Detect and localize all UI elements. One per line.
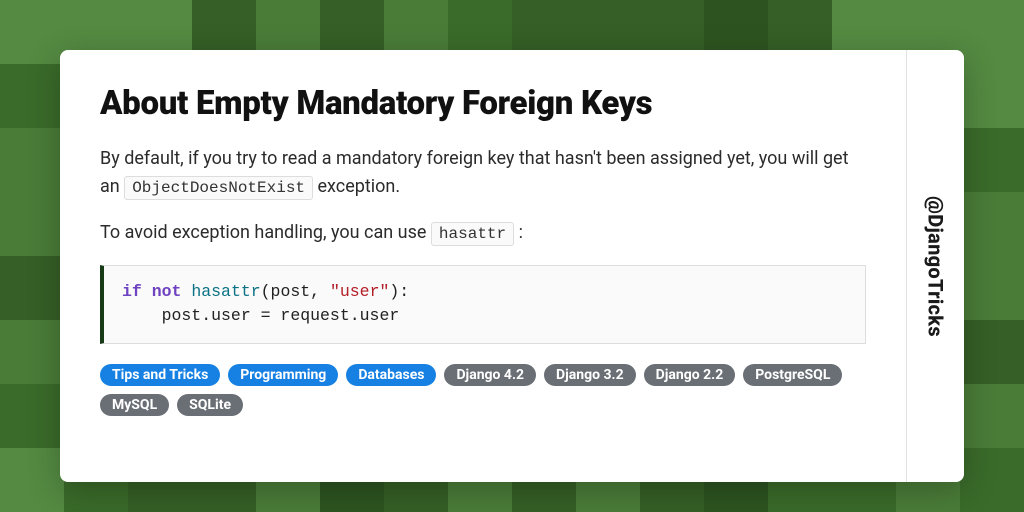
twitter-handle: @DjangoTricks: [924, 196, 948, 337]
tag[interactable]: Tips and Tricks: [100, 364, 220, 386]
inline-code-exception: ObjectDoesNotExist: [124, 176, 313, 200]
second-paragraph: To avoid exception handling, you can use…: [100, 219, 866, 247]
para1-text-after: exception.: [318, 176, 401, 197]
tag[interactable]: Django 3.2: [544, 364, 636, 386]
code-block: if not hasattr(post, "user"): post.user …: [100, 265, 866, 345]
sidebar: @DjangoTricks: [906, 50, 964, 482]
page-title: About Empty Mandatory Foreign Keys: [100, 84, 866, 123]
code-keyword-not: not: [152, 282, 182, 301]
tag[interactable]: Programming: [228, 364, 338, 386]
code-line2: post.user = request.user: [122, 306, 399, 325]
tag[interactable]: Databases: [346, 364, 436, 386]
inline-code-hasattr: hasattr: [431, 222, 514, 246]
tag[interactable]: PostgreSQL: [743, 364, 842, 386]
tag[interactable]: Django 4.2: [444, 364, 536, 386]
para2-text-after: :: [519, 222, 523, 243]
intro-paragraph: By default, if you try to read a mandato…: [100, 145, 866, 201]
code-close: ):: [389, 282, 409, 301]
tag[interactable]: MySQL: [100, 394, 169, 416]
tag[interactable]: SQLite: [177, 394, 243, 416]
tag-list: Tips and Tricks Programming Databases Djang…: [100, 364, 866, 416]
code-keyword-if: if: [122, 282, 142, 301]
para2-text-before: To avoid exception handling, you can use: [100, 222, 431, 243]
code-string-user: "user": [330, 282, 389, 301]
code-open: (post,: [261, 282, 330, 301]
main-column: About Empty Mandatory Foreign Keys By de…: [60, 50, 906, 482]
content-card: About Empty Mandatory Foreign Keys By de…: [60, 50, 964, 482]
code-function-hasattr: hasattr: [191, 282, 260, 301]
tag[interactable]: Django 2.2: [644, 364, 736, 386]
